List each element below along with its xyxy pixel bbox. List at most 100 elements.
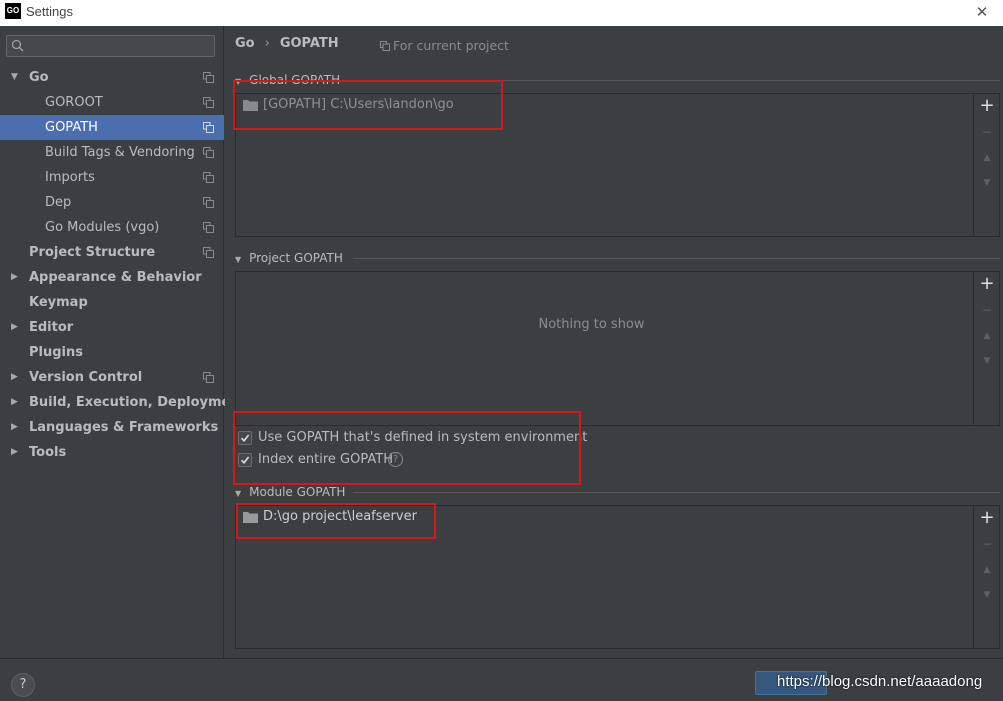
breadcrumb: Go › GOPATH [235,36,339,51]
sidebar-item-label: Tools [29,445,67,460]
sidebar-item-go-modules-vgo[interactable]: Go Modules (vgo) [0,215,224,240]
sidebar-item-label: Dep [45,195,72,210]
window-title: Settings [26,4,73,19]
global-gopath-title: Global GOPATH [249,73,341,87]
collapse-triangle-icon: ▼ [235,255,242,264]
move-up-icon[interactable]: ▲ [974,148,1000,168]
sidebar-item-project-structure[interactable]: Project Structure [0,240,224,265]
project-scope-icon [203,247,214,258]
move-down-icon[interactable]: ▼ [974,173,1000,193]
project-gopath-header[interactable]: ▼ Project GOPATH [235,251,343,265]
main-panel: Go › GOPATH For current project ▼ Global GO… [225,26,1003,658]
sidebar-item-build-tags-vendoring[interactable]: Build Tags & Vendoring [0,140,224,165]
module-gopath-list[interactable]: D:\go project\leafserver [236,506,973,648]
module-gopath-title: Module GOPATH [249,485,346,499]
collapsed-arrow-icon[interactable]: ▶ [11,440,18,465]
dialog-footer: ? https://blog.csdn.net/aaaadong [0,658,1003,701]
checkbox-checked[interactable] [238,431,252,445]
add-icon[interactable]: + [974,274,1000,294]
sidebar-item-tools[interactable]: ▶ Tools [0,440,224,465]
sidebar-item-label: Keymap [29,295,88,310]
sidebar-item-label: Project Structure [29,245,156,260]
goland-app-icon: GO [5,3,21,19]
for-current-project-note: For current project [380,38,509,53]
expanded-arrow-icon[interactable]: ▼ [11,65,18,90]
sidebar-item-appearance-behavior[interactable]: ▶ Appearance & Behavior [0,265,224,290]
project-gopath-list[interactable]: Nothing to show [236,272,973,425]
sidebar-item-label: Plugins [29,345,83,360]
move-down-icon[interactable]: ▼ [974,351,1000,371]
project-scope-icon [203,147,214,158]
move-up-icon[interactable]: ▲ [974,560,1000,580]
checkbox-checked[interactable] [238,453,252,467]
remove-icon[interactable]: − [974,122,1000,142]
project-scope-icon [203,72,214,83]
global-gopath-panel: [GOPATH] C:\Users\landon\go + − ▲ ▼ [235,93,1000,237]
sidebar-item-label: Appearance & Behavior [29,270,202,285]
project-gopath-toolbar: + − ▲ ▼ [973,272,999,425]
collapsed-arrow-icon[interactable]: ▶ [11,315,18,340]
global-gopath-header[interactable]: ▼ Global GOPATH [235,73,340,87]
project-gopath-title: Project GOPATH [249,251,343,265]
sidebar-item-version-control[interactable]: ▶ Version Control [0,365,224,390]
settings-sidebar: ▼ Go GOROOT GOPATH Build Tags & Vendoring Imp… [0,26,246,658]
module-gopath-entry: D:\go project\leafserver [263,509,417,524]
breadcrumb-separator: › [264,36,270,51]
sidebar-item-dep[interactable]: Dep [0,190,224,215]
folder-icon [243,512,258,523]
sidebar-item-keymap[interactable]: Keymap [0,290,224,315]
sidebar-item-plugins[interactable]: Plugins [0,340,224,365]
index-entire-gopath-label: Index entire GOPATH [258,452,393,467]
breadcrumb-parent[interactable]: Go [235,36,255,51]
collapsed-arrow-icon[interactable]: ▶ [11,365,18,390]
project-scope-icon [203,172,214,183]
project-gopath-panel: Nothing to show + − ▲ ▼ [235,271,1000,426]
global-gopath-list[interactable]: [GOPATH] C:\Users\landon\go [236,94,973,236]
collapsed-arrow-icon[interactable]: ▶ [11,415,18,440]
collapse-triangle-icon: ▼ [235,77,242,86]
sidebar-item-label: Editor [29,320,74,335]
search-icon [11,39,24,52]
global-gopath-toolbar: + − ▲ ▼ [973,94,999,236]
empty-list-message: Nothing to show [538,317,645,332]
section-divider [353,492,1000,493]
sidebar-item-label: Imports [45,170,95,185]
global-gopath-entry: [GOPATH] C:\Users\landon\go [263,97,454,112]
module-gopath-toolbar: + − ▲ ▼ [973,506,999,648]
remove-icon[interactable]: − [974,534,1000,554]
sidebar-item-goroot[interactable]: GOROOT [0,90,224,115]
for-current-project-label: For current project [393,38,509,53]
sidebar-item-go[interactable]: ▼ Go [0,65,224,90]
move-up-icon[interactable]: ▲ [974,326,1000,346]
collapsed-arrow-icon[interactable]: ▶ [11,265,18,290]
project-scope-icon [380,41,390,51]
project-scope-icon [203,97,214,108]
sidebar-item-label: GOROOT [45,95,103,110]
sidebar-item-build-execution-deployment[interactable]: ▶ Build, Execution, Deployment [0,390,246,415]
add-icon[interactable]: + [974,96,1000,116]
search-input[interactable] [6,35,215,57]
remove-icon[interactable]: − [974,300,1000,320]
module-gopath-header[interactable]: ▼ Module GOPATH [235,485,345,499]
help-icon[interactable]: ? [388,452,403,467]
add-icon[interactable]: + [974,508,1000,528]
sidebar-item-label: Languages & Frameworks [29,420,219,435]
collapse-triangle-icon: ▼ [235,489,242,498]
sidebar-item-label: Build, Execution, Deployment [29,395,246,410]
project-scope-icon [203,222,214,233]
section-divider [350,80,1000,81]
move-down-icon[interactable]: ▼ [974,585,1000,605]
section-divider [353,258,1000,259]
sidebar-item-languages-frameworks[interactable]: ▶ Languages & Frameworks [0,415,224,440]
sidebar-item-editor[interactable]: ▶ Editor [0,315,224,340]
sidebar-item-gopath[interactable]: GOPATH [0,115,224,140]
collapsed-arrow-icon[interactable]: ▶ [11,390,18,415]
help-button[interactable]: ? [11,673,35,697]
sidebar-item-label: Go Modules (vgo) [45,220,160,235]
sidebar-item-imports[interactable]: Imports [0,165,224,190]
project-scope-icon [203,197,214,208]
sidebar-item-label: Go [29,70,49,85]
close-icon[interactable]: ✕ [973,3,991,21]
sidebar-item-label: Build Tags & Vendoring [45,145,195,160]
watermark-text: https://blog.csdn.net/aaaadong [777,673,983,690]
